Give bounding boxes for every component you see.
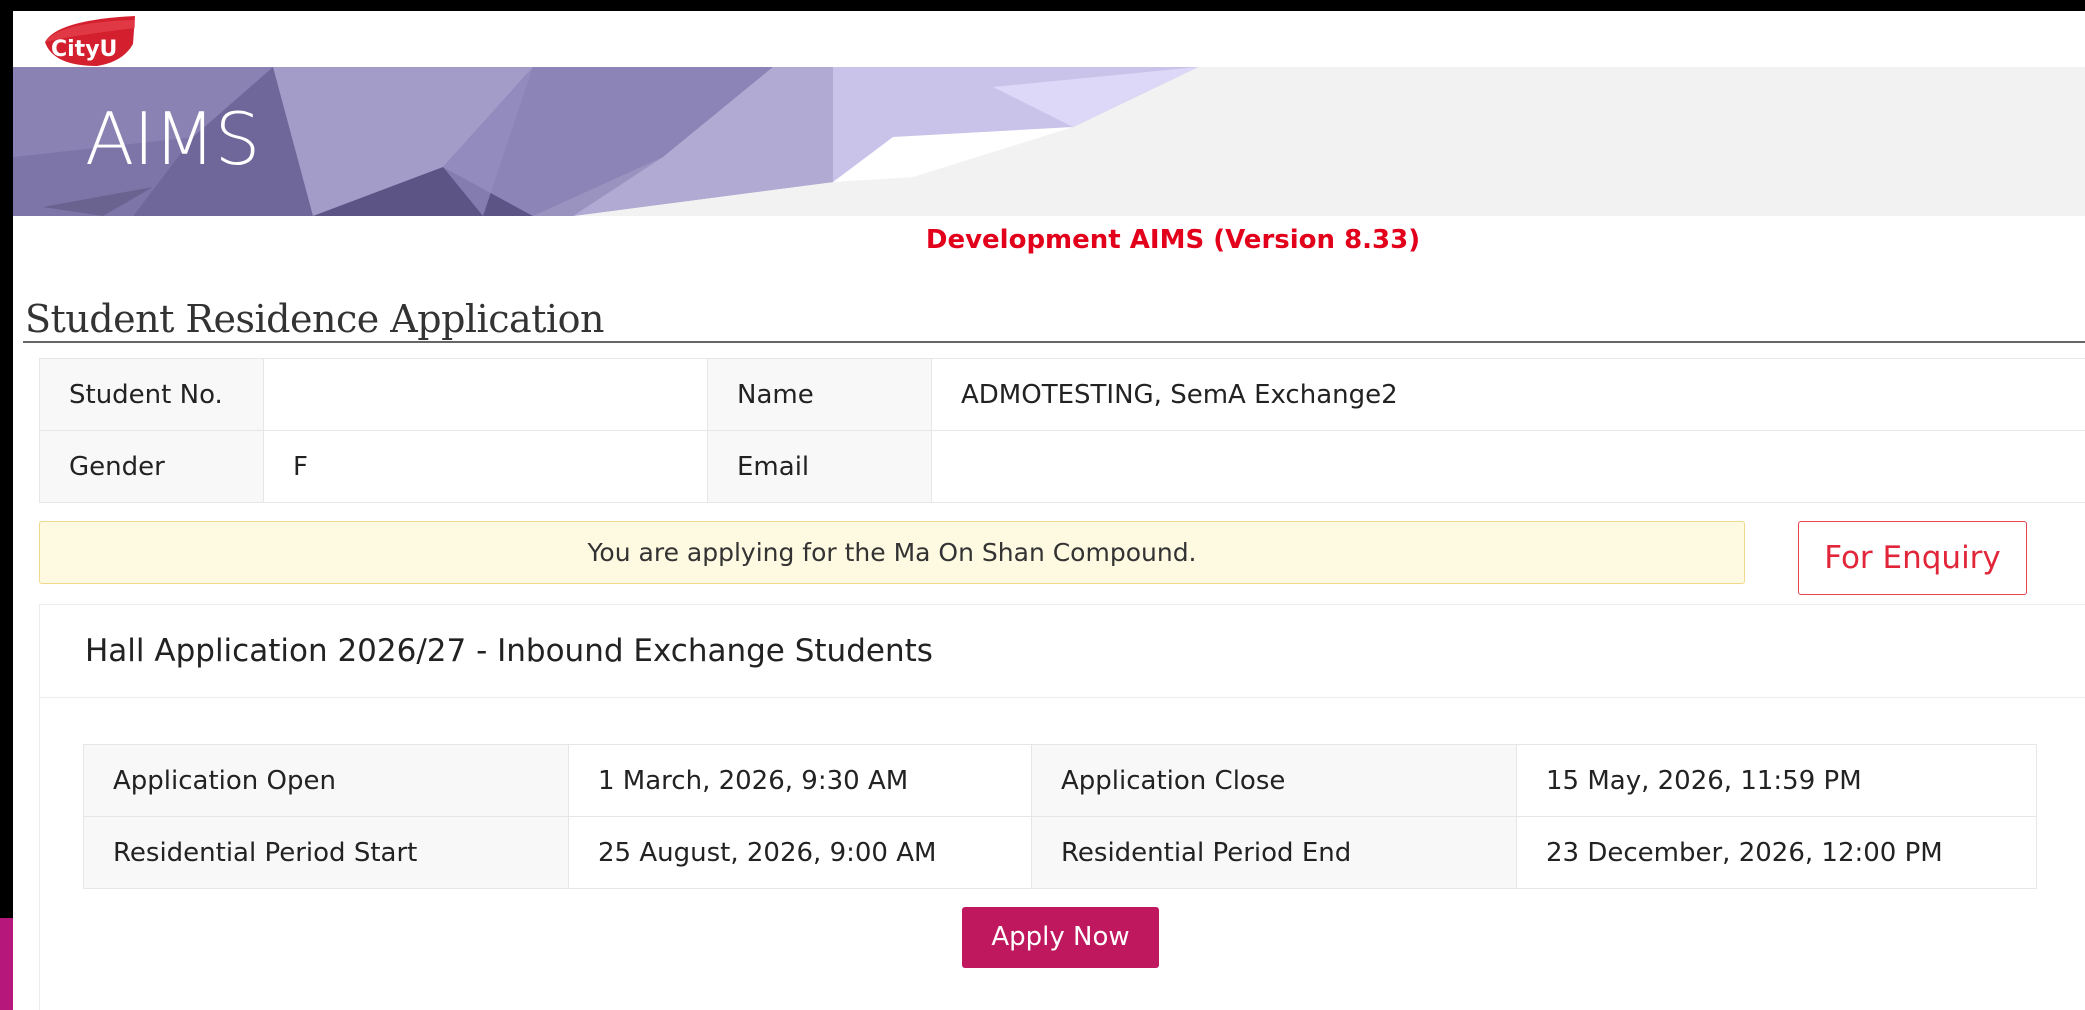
student-no-label: Student No. bbox=[39, 358, 264, 431]
table-row: Application Open 1 March, 2026, 9:30 AM … bbox=[83, 744, 2037, 817]
email-label: Email bbox=[707, 430, 932, 503]
logo-text: CityU bbox=[51, 37, 117, 62]
page-title: Student Residence Application bbox=[25, 297, 604, 341]
table-row: Gender F Email bbox=[39, 430, 2085, 503]
application-close-label: Application Close bbox=[1031, 744, 1517, 817]
name-value: ADMOTESTING, SemA Exchange2 bbox=[931, 358, 2085, 431]
residential-end-label: Residential Period End bbox=[1031, 816, 1517, 889]
left-edge-accent bbox=[0, 918, 13, 1010]
table-row: Residential Period Start 25 August, 2026… bbox=[83, 816, 2037, 889]
header-banner: AIMS bbox=[13, 67, 2085, 216]
name-label: Name bbox=[707, 358, 932, 431]
dev-environment-notice: Development AIMS (Version 8.33) bbox=[925, 225, 1421, 255]
compound-notice: You are applying for the Ma On Shan Comp… bbox=[39, 521, 1745, 584]
app-window: CityU AIMS Development AIMS (Version 8.3… bbox=[13, 11, 2085, 1010]
cityu-logo[interactable]: CityU bbox=[39, 14, 141, 68]
email-value bbox=[931, 430, 2085, 503]
title-divider bbox=[23, 341, 2085, 343]
panel-heading: Hall Application 2026/27 - Inbound Excha… bbox=[40, 605, 2085, 698]
banner-title: AIMS bbox=[85, 97, 260, 181]
apply-now-button[interactable]: Apply Now bbox=[962, 907, 1159, 968]
table-row: Student No. Name ADMOTESTING, SemA Excha… bbox=[39, 358, 2085, 431]
residential-start-label: Residential Period Start bbox=[83, 816, 569, 889]
application-period-table: Application Open 1 March, 2026, 9:30 AM … bbox=[83, 744, 2037, 889]
top-logo-bar: CityU bbox=[13, 11, 2085, 67]
student-no-value bbox=[263, 358, 708, 431]
residential-end-value: 23 December, 2026, 12:00 PM bbox=[1516, 816, 2037, 889]
gender-label: Gender bbox=[39, 430, 264, 503]
student-info-table: Student No. Name ADMOTESTING, SemA Excha… bbox=[39, 358, 2085, 503]
application-close-value: 15 May, 2026, 11:59 PM bbox=[1516, 744, 2037, 817]
gender-value: F bbox=[263, 430, 708, 503]
residential-start-value: 25 August, 2026, 9:00 AM bbox=[568, 816, 1032, 889]
application-open-value: 1 March, 2026, 9:30 AM bbox=[568, 744, 1032, 817]
enquiry-button[interactable]: For Enquiry bbox=[1798, 521, 2027, 595]
application-open-label: Application Open bbox=[83, 744, 569, 817]
